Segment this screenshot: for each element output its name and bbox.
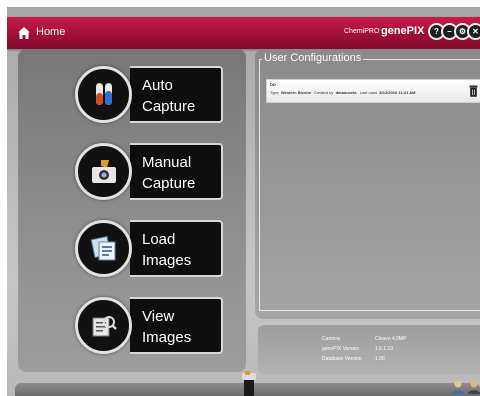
view-images-label: View Images xyxy=(130,297,223,354)
user-settings-icon[interactable] xyxy=(467,379,480,395)
version-info: genePIX Version 1.6.1.13 xyxy=(322,346,394,352)
home-link[interactable]: Home xyxy=(36,26,65,38)
camera-icon xyxy=(75,143,132,200)
user-icon[interactable] xyxy=(451,379,467,395)
load-images-label: Load Images xyxy=(130,220,223,277)
image-stack-icon xyxy=(75,220,132,277)
instrument-icon[interactable] xyxy=(241,370,257,396)
magnifier-icon xyxy=(75,297,132,354)
trash-icon[interactable] xyxy=(469,85,478,97)
home-icon[interactable] xyxy=(17,26,31,40)
test-tubes-icon xyxy=(75,66,132,123)
user-configurations-panel: User Configurations DD Type Western Bico… xyxy=(255,49,480,319)
auto-capture-button[interactable]: Auto Capture xyxy=(75,66,223,123)
load-images-button[interactable]: Load Images xyxy=(75,220,223,277)
database-info: Database Version 1.86 xyxy=(322,356,385,362)
configurations-title: User Configurations xyxy=(262,52,364,64)
title-bar: Home ChemiPRO genePIX ? – ⚙ ✕ xyxy=(7,17,480,49)
configuration-name: DD xyxy=(270,82,276,87)
view-images-button[interactable]: View Images xyxy=(75,297,223,354)
app-window: Home ChemiPRO genePIX ? – ⚙ ✕ Auto Captu… xyxy=(7,7,480,396)
close-button[interactable]: ✕ xyxy=(467,23,480,40)
actions-panel: Auto Capture Manual Capture Load Images … xyxy=(18,49,246,372)
camera-info: Camera Cleavo 4.0MP xyxy=(322,336,407,342)
brand-genepix: genePIX xyxy=(381,25,425,37)
auto-capture-label: Auto Capture xyxy=(130,66,223,123)
configuration-item[interactable]: DD Type Western Bicolor Created by dmanu… xyxy=(266,79,480,103)
configuration-meta: Type Western Bicolor Created by dmanuvel… xyxy=(270,90,416,95)
brand-chemipro: ChemiPRO xyxy=(344,28,380,35)
manual-capture-label: Manual Capture xyxy=(130,143,223,200)
manual-capture-button[interactable]: Manual Capture xyxy=(75,143,223,200)
system-info-panel: Camera Cleavo 4.0MP genePIX Version 1.6.… xyxy=(258,325,480,375)
